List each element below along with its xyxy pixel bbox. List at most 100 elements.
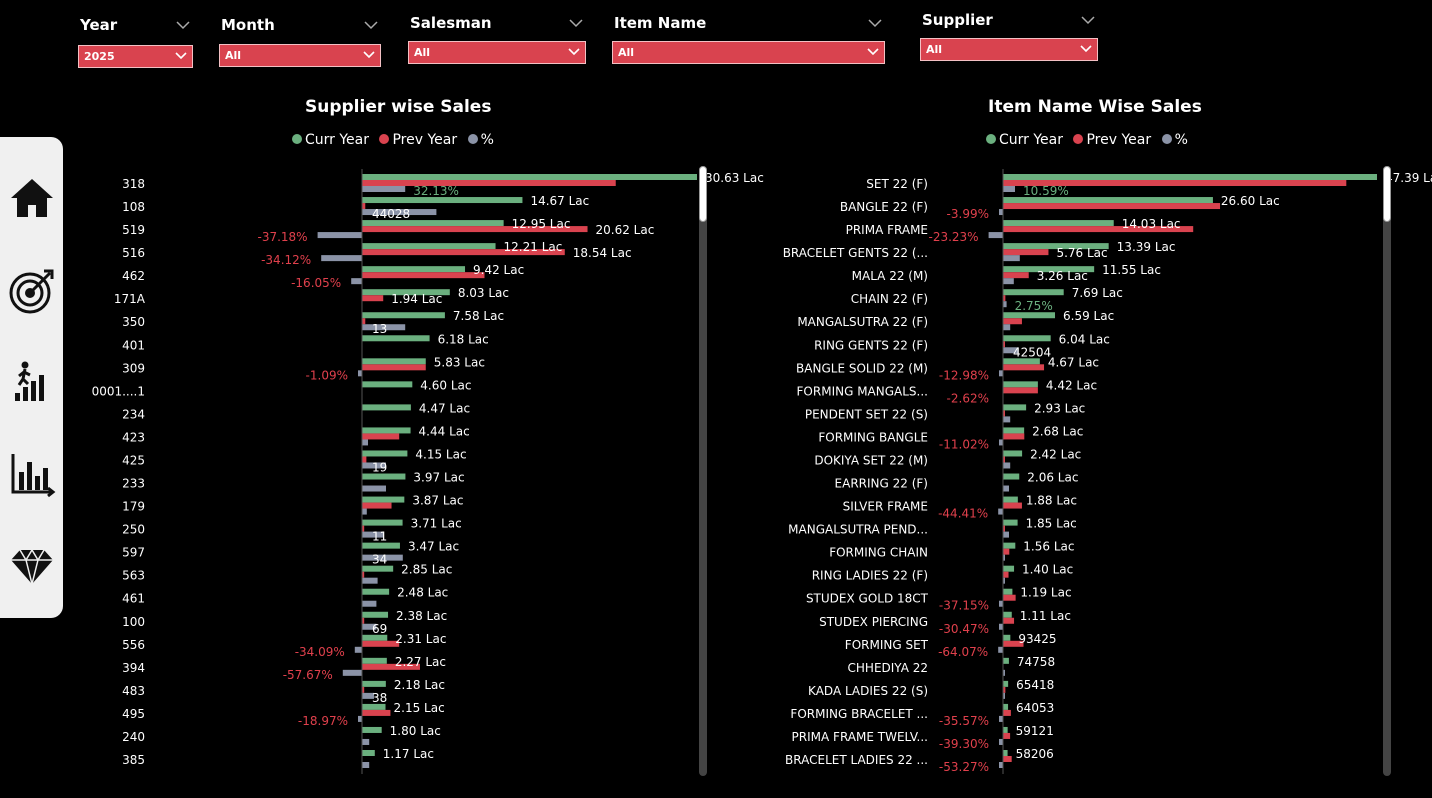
category-label: CHHEDIYA 22 xyxy=(848,661,928,675)
curr-year-label: 4.15 Lac xyxy=(415,447,466,461)
pct-label: 13 xyxy=(372,322,387,336)
pct-label: -18.97% xyxy=(298,714,348,728)
supplier-chart-scrollbar[interactable] xyxy=(699,166,707,776)
category-label: 597 xyxy=(122,546,145,560)
pct-bar xyxy=(999,715,1003,722)
prev-year-bar xyxy=(1003,249,1049,256)
curr-year-bar xyxy=(362,542,400,549)
pct-label: -39.30% xyxy=(939,737,989,751)
curr-year-bar xyxy=(362,611,389,618)
prev-year-bar xyxy=(1003,548,1010,555)
pct-bar xyxy=(999,439,1003,446)
pct-bar xyxy=(1003,278,1014,285)
category-label: BANGLE SOLID 22 (M) xyxy=(796,361,928,375)
category-label: 240 xyxy=(122,730,145,744)
curr-year-label: 59121 xyxy=(1016,724,1054,738)
pct-bar xyxy=(999,623,1003,630)
category-label: SET 22 (F) xyxy=(866,177,928,191)
category-label: STUDEX PIERCING xyxy=(819,615,928,629)
curr-year-label: 2.27 Lac xyxy=(395,655,446,669)
curr-year-label: 6.04 Lac xyxy=(1059,332,1110,346)
category-label: BANGLE 22 (F) xyxy=(840,200,928,214)
pct-bar xyxy=(1003,186,1015,192)
curr-year-label: 93425 xyxy=(1018,632,1056,646)
curr-year-bar xyxy=(362,197,523,204)
prev-year-label: 18.54 Lac xyxy=(573,246,632,260)
pct-bar xyxy=(362,738,370,745)
curr-year-bar xyxy=(1003,611,1012,618)
pct-bar xyxy=(1003,416,1011,423)
prev-year-bar xyxy=(362,709,391,716)
prev-year-bar xyxy=(362,433,400,440)
curr-year-bar xyxy=(1003,703,1009,710)
category-label: PRIMA FRAME xyxy=(846,223,928,237)
curr-year-label: 3.47 Lac xyxy=(408,540,459,554)
curr-year-bar xyxy=(1003,588,1013,595)
scrollbar-thumb[interactable] xyxy=(1383,166,1391,222)
curr-year-label: 2.93 Lac xyxy=(1034,401,1085,415)
pct-bar xyxy=(317,232,362,239)
prev-year-bar xyxy=(362,502,392,509)
curr-year-bar xyxy=(362,312,445,319)
category-label: 309 xyxy=(122,361,145,375)
pct-label: -16.05% xyxy=(291,276,341,290)
category-label: DOKIYA SET 22 (M) xyxy=(814,453,928,467)
curr-year-label: 3.97 Lac xyxy=(413,471,464,485)
prev-year-bar xyxy=(1003,709,1011,716)
curr-year-label: 4.42 Lac xyxy=(1046,378,1097,392)
curr-year-label: 2.38 Lac xyxy=(396,609,447,623)
category-label: 425 xyxy=(122,453,145,467)
curr-year-label: 9.42 Lac xyxy=(473,263,524,277)
curr-year-label: 74758 xyxy=(1017,655,1055,669)
category-label: 318 xyxy=(122,177,145,191)
curr-year-label: 14.03 Lac xyxy=(1122,217,1181,231)
category-label: 401 xyxy=(122,338,145,352)
pct-label: -35.57% xyxy=(939,714,989,728)
pct-bar xyxy=(998,646,1003,653)
prev-year-bar xyxy=(1003,433,1025,440)
curr-year-label: 1.17 Lac xyxy=(383,747,434,761)
category-label: 462 xyxy=(122,269,145,283)
pct-label: 42504 xyxy=(1013,345,1051,359)
category-label: 461 xyxy=(122,592,145,606)
curr-year-bar xyxy=(362,473,406,480)
category-label: 516 xyxy=(122,246,145,260)
category-label: 394 xyxy=(122,661,145,675)
item-chart-scrollbar[interactable] xyxy=(1383,166,1391,776)
curr-year-label: 13.39 Lac xyxy=(1117,240,1176,254)
pct-bar xyxy=(362,577,378,584)
curr-year-label: 4.60 Lac xyxy=(420,378,471,392)
curr-year-label: 2.18 Lac xyxy=(394,678,445,692)
scrollbar-thumb[interactable] xyxy=(699,166,707,222)
pct-bar xyxy=(362,186,406,192)
pct-label: 11 xyxy=(372,530,387,544)
curr-year-bar xyxy=(1003,726,1008,733)
pct-bar xyxy=(362,508,367,515)
category-label: BRACELET GENTS 22 (... xyxy=(783,246,928,260)
curr-year-bar xyxy=(1003,450,1023,457)
pct-bar xyxy=(358,715,362,722)
category-label: FORMING CHAIN xyxy=(829,546,928,560)
prev-year-bar xyxy=(1003,756,1012,762)
prev-year-bar xyxy=(362,295,384,302)
pct-bar xyxy=(988,232,1003,239)
curr-year-label: 2.48 Lac xyxy=(397,586,448,600)
curr-year-label: 7.58 Lac xyxy=(453,309,504,323)
pct-label: -12.98% xyxy=(939,368,989,382)
curr-year-label: 58206 xyxy=(1016,747,1054,761)
pct-bar xyxy=(351,278,362,285)
pct-label: -2.62% xyxy=(947,391,989,405)
curr-year-label: 3.87 Lac xyxy=(412,494,463,508)
pct-bar xyxy=(362,485,386,492)
category-label: 0001....1 xyxy=(92,384,145,398)
curr-year-label: 3.71 Lac xyxy=(411,517,462,531)
curr-year-bar xyxy=(1003,312,1056,319)
curr-year-bar xyxy=(362,750,375,756)
curr-year-label: 2.06 Lac xyxy=(1027,471,1078,485)
category-label: 563 xyxy=(122,569,145,583)
curr-year-bar xyxy=(1003,220,1114,227)
pct-bar xyxy=(362,439,368,446)
curr-year-label: 12.95 Lac xyxy=(512,217,571,231)
category-label: 108 xyxy=(122,200,145,214)
prev-year-label: 3.26 Lac xyxy=(1037,269,1088,283)
